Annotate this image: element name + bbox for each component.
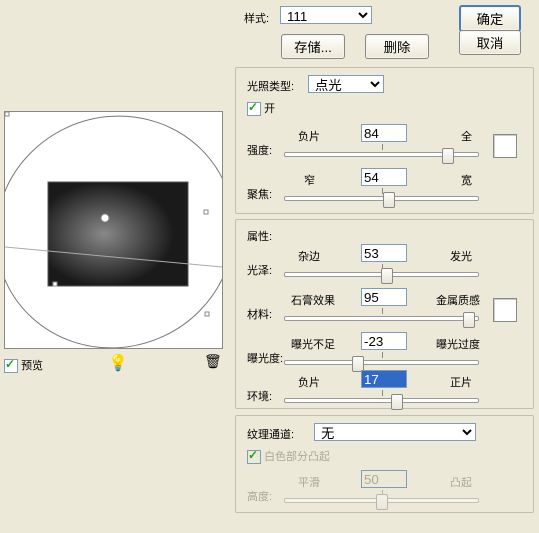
gloss-right: 发光 — [450, 248, 472, 264]
light-color-swatch[interactable] — [493, 134, 517, 158]
cancel-button[interactable]: 取消 — [459, 30, 521, 55]
exposure-left: 曝光不足 — [291, 336, 335, 352]
intensity-slider[interactable] — [284, 144, 479, 164]
material-input[interactable] — [361, 288, 407, 306]
ambience-label: 环境: — [247, 388, 272, 404]
exposure-label: 曝光度: — [247, 350, 283, 366]
light-on-label: 开 — [264, 103, 275, 115]
ok-button[interactable]: 确定 — [459, 5, 521, 32]
ambience-right: 正片 — [450, 374, 472, 390]
gloss-left: 杂边 — [298, 248, 320, 264]
ambience-slider[interactable] — [284, 390, 479, 410]
ambience-input[interactable] — [361, 370, 407, 388]
light-group: 光照类型: 点光 开 强度: 负片 全 聚焦: 窄 宽 — [235, 67, 534, 214]
height-left: 平滑 — [298, 474, 320, 490]
delete-button[interactable]: 删除 — [365, 34, 429, 59]
focus-label: 聚焦: — [247, 186, 272, 202]
height-right: 凸起 — [450, 474, 472, 490]
intensity-left: 负片 — [298, 128, 320, 144]
intensity-right: 全 — [461, 128, 472, 144]
style-label: 样式: — [244, 10, 269, 26]
material-slider[interactable] — [284, 308, 479, 328]
focus-right: 宽 — [461, 172, 472, 188]
texture-group: 纹理通道: 无 白色部分凸起 高度: 平滑 凸起 — [235, 415, 534, 513]
height-input — [361, 470, 407, 488]
light-type-select[interactable]: 点光 — [308, 75, 384, 93]
properties-title: 属性: — [247, 228, 272, 244]
exposure-input[interactable] — [361, 332, 407, 350]
preview-canvas[interactable] — [4, 111, 223, 349]
exposure-slider[interactable] — [284, 352, 479, 372]
intensity-label: 强度: — [247, 142, 272, 158]
intensity-input[interactable] — [361, 124, 407, 142]
focus-left: 窄 — [304, 172, 315, 188]
props-color-swatch[interactable] — [493, 298, 517, 322]
focus-slider[interactable] — [284, 188, 479, 208]
material-right: 金属质感 — [436, 292, 480, 308]
light-preview-svg — [5, 112, 222, 348]
light-on-checkbox[interactable] — [247, 102, 261, 116]
ambience-left: 负片 — [298, 374, 320, 390]
preview-label: 预览 — [21, 360, 43, 372]
height-slider — [284, 490, 479, 510]
save-button[interactable]: 存储... — [281, 34, 345, 59]
gloss-input[interactable] — [361, 244, 407, 262]
texture-channel-select[interactable]: 无 — [314, 423, 476, 441]
texture-channel-label: 纹理通道: — [247, 426, 294, 442]
properties-group: 属性: 光泽: 杂边 发光 材料: 石膏效果 金属质感 曝光度: 曝光不足 曝光… — [235, 219, 534, 409]
height-label: 高度: — [247, 488, 272, 504]
material-left: 石膏效果 — [291, 292, 335, 308]
style-select[interactable]: 111 — [280, 6, 372, 24]
preview-checkbox[interactable] — [4, 359, 18, 373]
light-type-label: 光照类型: — [247, 78, 294, 94]
gloss-slider[interactable] — [284, 264, 479, 284]
white-high-label: 白色部分凸起 — [264, 451, 330, 463]
white-high-checkbox — [247, 450, 261, 464]
focus-input[interactable] — [361, 168, 407, 186]
gloss-label: 光泽: — [247, 262, 272, 278]
material-label: 材料: — [247, 306, 272, 322]
exposure-right: 曝光过度 — [436, 336, 480, 352]
lightbulb-icon[interactable]: 💡 — [108, 353, 128, 373]
trash-icon[interactable]: 🗑 — [204, 353, 222, 370]
